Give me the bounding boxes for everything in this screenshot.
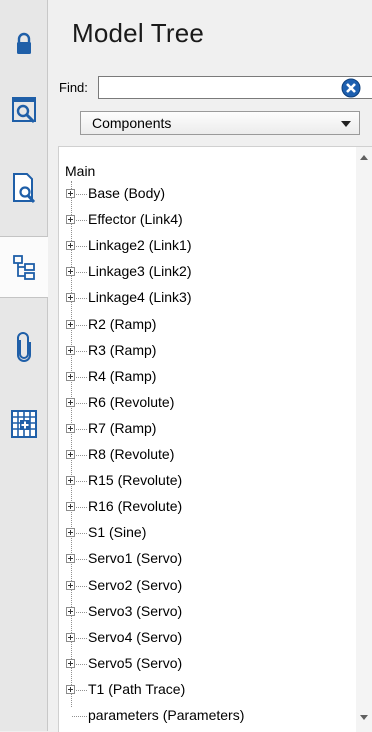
tree-node-label: Effector (Link4) <box>88 211 183 228</box>
expand-plus-icon[interactable] <box>66 345 75 355</box>
tree-node-label: Linkage4 (Link3) <box>88 289 192 306</box>
paperclip-icon <box>16 332 31 362</box>
panel-title: Model Tree <box>72 18 205 48</box>
table-button[interactable] <box>0 394 47 454</box>
tree-node-label: R6 (Revolute) <box>88 393 175 410</box>
tree-connector <box>76 611 87 613</box>
expand-plus-icon[interactable] <box>66 580 75 590</box>
tree-connector <box>76 402 87 404</box>
tree-node-label: Linkage3 (Link2) <box>88 263 192 280</box>
expand-plus-icon[interactable] <box>66 450 75 459</box>
tree-connector <box>76 350 87 352</box>
tree-root-main[interactable]: Main <box>65 163 95 179</box>
tree-connector <box>71 181 72 707</box>
tree-connector <box>76 637 87 639</box>
lock-button[interactable] <box>0 14 47 74</box>
tree-connector <box>76 298 87 300</box>
model-tree-panel: Model Tree Find: Components Main Base (B… <box>48 0 372 732</box>
tree-node-label: R7 (Ramp) <box>88 419 157 436</box>
tree-node-label: R15 (Revolute) <box>88 472 183 489</box>
tree-connector <box>76 689 87 691</box>
zoom-view-button[interactable] <box>0 80 47 140</box>
model-tree-button[interactable] <box>0 236 48 298</box>
tree-node-label: R2 (Ramp) <box>88 315 157 332</box>
expand-plus-icon[interactable] <box>66 476 75 486</box>
tree-connector <box>76 272 87 274</box>
tree-node-label: Servo5 (Servo) <box>88 654 183 671</box>
tree-node-label: R8 (Revolute) <box>88 446 175 462</box>
tree-node-label: R3 (Ramp) <box>88 341 157 358</box>
tree-connector <box>76 663 87 665</box>
document-search-icon <box>12 173 35 204</box>
tree-node-label: R4 (Ramp) <box>88 367 157 384</box>
tree-connector <box>76 194 87 195</box>
tree-node-label: Servo1 (Servo) <box>88 550 183 567</box>
tree-connector <box>76 507 87 509</box>
tree-connector <box>76 376 87 378</box>
expand-plus-icon[interactable] <box>66 189 75 198</box>
expand-plus-icon[interactable] <box>66 293 75 303</box>
expand-plus-icon[interactable] <box>66 423 75 433</box>
scroll-down-icon[interactable] <box>360 715 368 720</box>
tree-node-label: S1 (Sine) <box>88 524 147 541</box>
scroll-up-icon[interactable] <box>360 155 368 160</box>
tree-connector <box>76 455 87 456</box>
tree-connector <box>72 716 87 717</box>
expand-plus-icon[interactable] <box>66 319 75 329</box>
tree-node-label: T1 (Path Trace) <box>88 680 186 697</box>
tree-node-label: Servo2 (Servo) <box>88 576 183 593</box>
filter-select[interactable]: Components <box>80 111 360 135</box>
tree-connector <box>76 533 87 535</box>
tree-connector <box>76 324 87 326</box>
find-label: Find: <box>59 80 88 95</box>
expand-plus-icon[interactable] <box>66 502 75 512</box>
expand-plus-icon[interactable] <box>66 397 75 407</box>
tree-node-label: Servo3 (Servo) <box>88 602 183 619</box>
expand-plus-icon[interactable] <box>66 684 75 694</box>
attachments-button[interactable] <box>0 318 47 378</box>
document-search-button[interactable] <box>0 158 47 218</box>
tree-node-label: Linkage2 (Link1) <box>88 237 192 254</box>
vertical-scrollbar[interactable] <box>356 147 372 732</box>
chevron-down-icon <box>341 121 351 127</box>
find-input[interactable] <box>98 76 372 99</box>
tree-node-label: R16 (Revolute) <box>88 498 183 515</box>
table-grid-icon <box>10 410 37 438</box>
model-tree[interactable]: Main Base (Body) Effector (Link4) Linkage2… <box>58 146 372 732</box>
tree-connector <box>76 585 87 587</box>
expand-plus-icon[interactable] <box>66 658 75 668</box>
expand-plus-icon[interactable] <box>66 554 75 564</box>
tree-connector <box>76 428 87 430</box>
tree-node-label: parameters (Parameters) <box>88 707 245 723</box>
filter-select-value: Components <box>92 115 172 131</box>
lock-icon <box>16 32 31 54</box>
tool-rail <box>0 0 48 731</box>
expand-plus-icon[interactable] <box>66 632 75 642</box>
expand-plus-icon[interactable] <box>66 241 75 251</box>
model-tree-icon <box>13 255 35 280</box>
expand-plus-icon[interactable] <box>66 371 75 381</box>
clear-find-button[interactable] <box>341 78 361 98</box>
close-icon <box>341 78 361 98</box>
tree-connector <box>76 220 87 222</box>
expand-plus-icon[interactable] <box>66 606 75 616</box>
tree-connector <box>76 559 87 561</box>
tree-connector <box>76 246 87 248</box>
expand-plus-icon[interactable] <box>66 267 75 277</box>
tree-node-label: Base (Body) <box>88 185 166 201</box>
expand-plus-icon[interactable] <box>66 528 75 538</box>
tree-node-label: Servo4 (Servo) <box>88 628 183 645</box>
tree-connector <box>76 481 87 483</box>
screen-zoom-icon <box>11 97 36 124</box>
expand-plus-icon[interactable] <box>66 215 75 225</box>
